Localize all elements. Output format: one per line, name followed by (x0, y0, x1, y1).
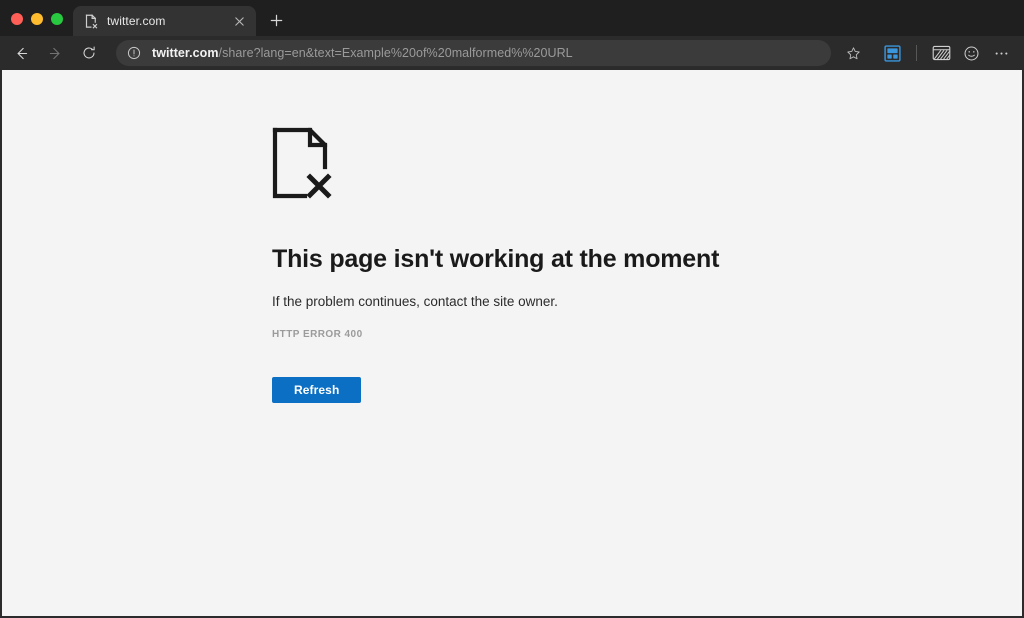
star-icon[interactable] (839, 40, 867, 66)
smiley-icon[interactable] (956, 39, 986, 67)
browser-toolbar: twitter.com/share?lang=en&text=Example%2… (0, 36, 1024, 70)
forward-button[interactable] (40, 39, 70, 67)
page-viewport: This page isn't working at the moment If… (0, 70, 1024, 618)
back-button[interactable] (6, 39, 36, 67)
close-window-button[interactable] (11, 13, 23, 25)
reload-button[interactable] (74, 39, 104, 67)
info-circle-icon[interactable] (126, 45, 142, 61)
browser-essentials-icon[interactable] (926, 39, 956, 67)
browser-window: twitter.com (0, 0, 1024, 618)
close-tab-button[interactable] (230, 12, 248, 30)
broken-page-icon (272, 127, 1022, 204)
broken-page-icon (83, 13, 99, 29)
tab-twitter-com[interactable]: twitter.com (73, 6, 256, 36)
error-description: If the problem continues, contact the si… (272, 294, 1022, 309)
collections-icon[interactable] (877, 39, 907, 67)
error-code: HTTP ERROR 400 (272, 329, 1022, 340)
address-bar[interactable]: twitter.com/share?lang=en&text=Example%2… (116, 40, 831, 66)
tab-strip: twitter.com (73, 0, 1024, 36)
url-text[interactable]: twitter.com/share?lang=en&text=Example%2… (152, 46, 821, 60)
window-controls (0, 13, 73, 36)
minimize-window-button[interactable] (31, 13, 43, 25)
toolbar-divider (916, 45, 917, 61)
title-bar: twitter.com (0, 0, 1024, 36)
error-page: This page isn't working at the moment If… (2, 70, 1022, 403)
maximize-window-button[interactable] (51, 13, 63, 25)
new-tab-button[interactable] (262, 6, 290, 34)
ellipsis-icon[interactable] (986, 39, 1016, 67)
tab-title: twitter.com (107, 14, 222, 28)
url-host: twitter.com (152, 46, 219, 60)
url-path: /share?lang=en&text=Example%20of%20malfo… (219, 46, 573, 60)
refresh-button[interactable]: Refresh (272, 377, 361, 403)
page-title: This page isn't working at the moment (272, 245, 1022, 274)
